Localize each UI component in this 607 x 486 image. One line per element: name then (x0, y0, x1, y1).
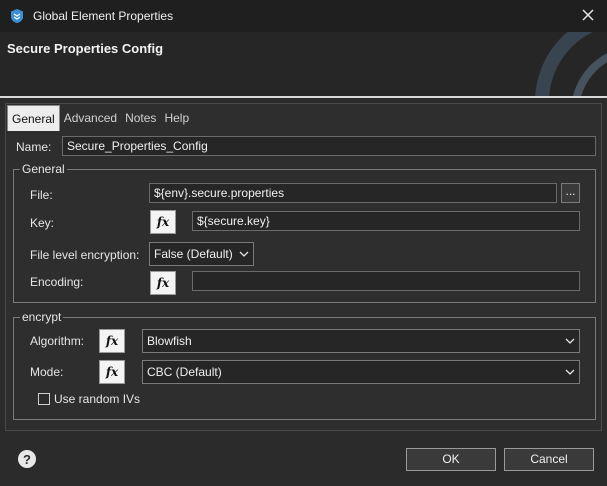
mule-shield-icon (11, 9, 23, 23)
algorithm-fx-button[interactable]: fx (99, 329, 125, 353)
file-label: File: (30, 188, 53, 202)
file-encryption-label: File level encryption: (30, 248, 140, 262)
encoding-input[interactable] (192, 271, 580, 291)
general-group-legend: General (20, 162, 67, 176)
random-ivs-label: Use random IVs (54, 392, 141, 406)
window-title: Global Element Properties (33, 9, 174, 23)
banner-divider (0, 96, 607, 98)
help-icon[interactable]: ? (17, 449, 37, 469)
tab-notes[interactable]: Notes (121, 105, 160, 131)
algorithm-label: Algorithm: (30, 334, 85, 348)
properties-panel: General Advanced Notes Help Name: Secure… (5, 103, 602, 431)
close-icon[interactable] (579, 6, 597, 24)
chevron-down-icon (565, 369, 575, 375)
file-input[interactable]: ${env}.secure.properties (149, 183, 557, 203)
encoding-label: Encoding: (30, 275, 84, 289)
tab-help[interactable]: Help (160, 105, 193, 131)
algorithm-value: Blowfish (147, 334, 192, 348)
key-input[interactable]: ${secure.key} (192, 211, 580, 231)
mode-value: CBC (Default) (147, 365, 222, 379)
file-encryption-select[interactable]: False (Default) (149, 242, 254, 266)
encrypt-group-legend: encrypt (20, 310, 64, 324)
name-input[interactable]: Secure_Properties_Config (62, 136, 596, 156)
chevron-down-icon (239, 251, 249, 257)
mode-fx-button[interactable]: fx (99, 360, 125, 384)
chevron-down-icon (565, 338, 575, 344)
tab-general[interactable]: General (7, 105, 60, 131)
random-ivs-checkbox[interactable] (38, 393, 50, 405)
banner-decoration (535, 32, 607, 96)
mode-label: Mode: (30, 365, 64, 379)
svg-text:?: ? (23, 452, 31, 467)
encoding-fx-button[interactable]: fx (150, 271, 176, 295)
tab-bar: General Advanced Notes Help (7, 105, 193, 131)
dialog-title: Secure Properties Config (7, 41, 164, 56)
title-bar: Global Element Properties (0, 0, 607, 32)
file-encryption-value: False (Default) (154, 247, 233, 261)
browse-button[interactable]: ... (561, 183, 580, 203)
key-label: Key: (30, 216, 55, 230)
cancel-button[interactable]: Cancel (504, 448, 594, 471)
ok-button[interactable]: OK (406, 448, 496, 471)
tab-advanced[interactable]: Advanced (60, 105, 121, 131)
mode-select[interactable]: CBC (Default) (142, 360, 580, 384)
key-fx-button[interactable]: fx (150, 210, 176, 234)
dialog-banner: Secure Properties Config (0, 32, 607, 96)
name-label: Name: (16, 140, 52, 154)
algorithm-select[interactable]: Blowfish (142, 329, 580, 353)
